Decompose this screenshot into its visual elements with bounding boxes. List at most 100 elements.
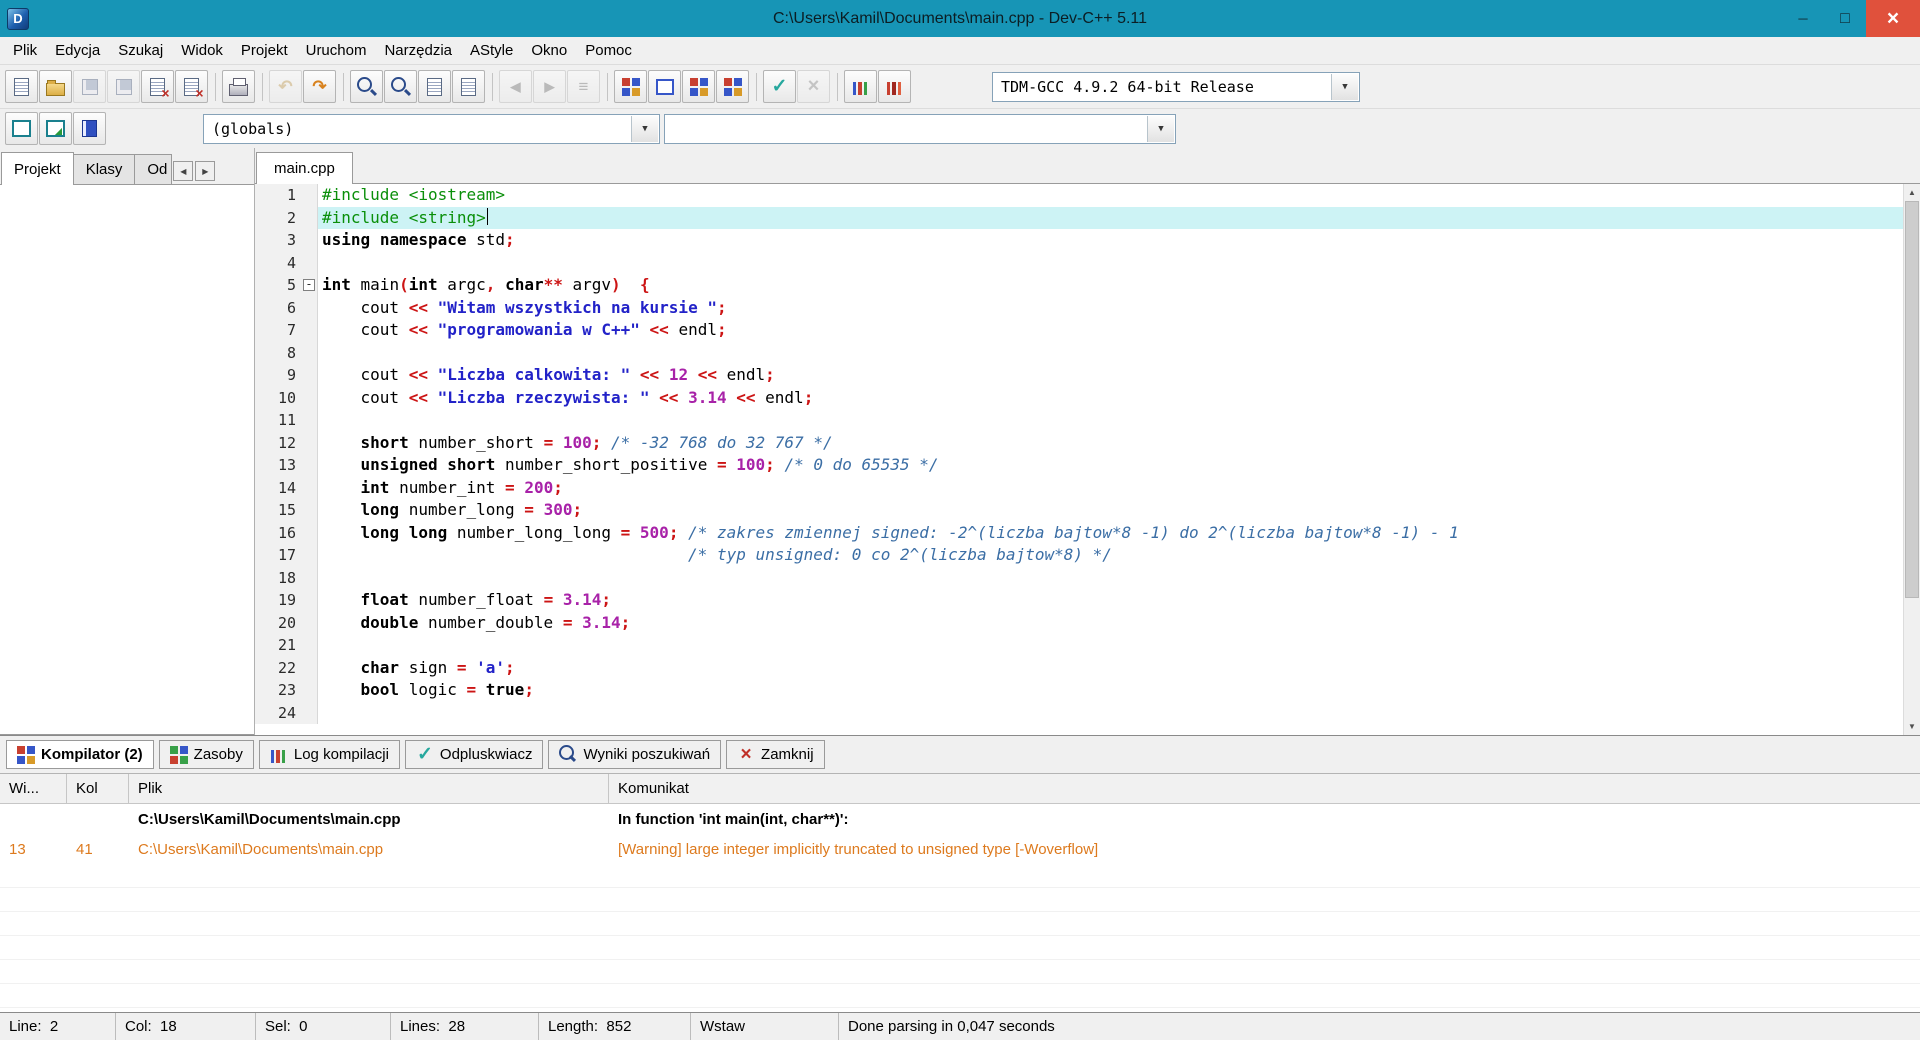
gutter[interactable]: 12	[255, 432, 318, 455]
close-panel-button[interactable]: Zamknij	[726, 740, 825, 769]
replace-button[interactable]	[418, 70, 451, 103]
code-line-13[interactable]: 13 unsigned short number_short_positive …	[255, 454, 1903, 477]
project-properties-button[interactable]	[73, 112, 106, 145]
new-source-button[interactable]	[5, 70, 38, 103]
tab-zasoby[interactable]: Zasoby	[159, 740, 254, 769]
tab-main-cpp[interactable]: main.cpp	[256, 152, 353, 184]
open-file-button[interactable]	[39, 70, 72, 103]
code-line-21[interactable]: 21	[255, 634, 1903, 657]
gutter[interactable]: 20	[255, 612, 318, 635]
scroll-up-button[interactable]	[1904, 184, 1920, 201]
code-line-16[interactable]: 16 long long number_long_long = 500; /* …	[255, 522, 1903, 545]
gutter[interactable]: 11	[255, 409, 318, 432]
message-row[interactable]: C:\Users\Kamil\Documents\main.cpp In fun…	[0, 804, 1920, 834]
gutter[interactable]: 15	[255, 499, 318, 522]
code-line-11[interactable]: 11	[255, 409, 1903, 432]
code-editor[interactable]: 1#include <iostream>2#include <string>3u…	[255, 184, 1920, 735]
profile-button[interactable]	[844, 70, 877, 103]
menu-item-projekt[interactable]: Projekt	[232, 39, 297, 62]
code-line-3[interactable]: 3using namespace std;	[255, 229, 1903, 252]
code-line-15[interactable]: 15 long number_long = 300;	[255, 499, 1903, 522]
gutter[interactable]: 3	[255, 229, 318, 252]
scroll-down-button[interactable]	[1904, 718, 1920, 735]
gutter[interactable]: 2	[255, 207, 318, 230]
scrollbar-thumb[interactable]	[1905, 201, 1919, 598]
gutter[interactable]: 9	[255, 364, 318, 387]
menu-item-widok[interactable]: Widok	[172, 39, 232, 62]
gutter[interactable]: 24	[255, 702, 318, 725]
rebuild-all-button[interactable]	[716, 70, 749, 103]
redo-button[interactable]	[303, 70, 336, 103]
tab-projekt[interactable]: Projekt	[1, 152, 74, 185]
compiler-select[interactable]: TDM-GCC 4.9.2 64-bit Release	[992, 72, 1360, 102]
gutter[interactable]: 23	[255, 679, 318, 702]
menu-item-pomoc[interactable]: Pomoc	[576, 39, 641, 62]
gutter[interactable]: 4	[255, 252, 318, 275]
menu-item-edycja[interactable]: Edycja	[46, 39, 109, 62]
code-line-5[interactable]: 5int main(int argc, char** argv) {	[255, 274, 1903, 297]
code-line-14[interactable]: 14 int number_int = 200;	[255, 477, 1903, 500]
code-line-19[interactable]: 19 float number_float = 3.14;	[255, 589, 1903, 612]
tab-odpluskwiacz[interactable]: Od	[134, 154, 172, 184]
close-file-button[interactable]	[141, 70, 174, 103]
tab-scroll-right-button[interactable]	[195, 161, 215, 181]
close-all-button[interactable]	[175, 70, 208, 103]
menu-item-astyle[interactable]: AStyle	[461, 39, 522, 62]
goto-line-button[interactable]	[452, 70, 485, 103]
column-header-col[interactable]: Kol	[67, 774, 129, 803]
gutter[interactable]: 8	[255, 342, 318, 365]
code-line-18[interactable]: 18	[255, 567, 1903, 590]
gutter[interactable]: 21	[255, 634, 318, 657]
gutter[interactable]: 10	[255, 387, 318, 410]
compile-button[interactable]	[614, 70, 647, 103]
code-line-17[interactable]: 17 /* typ unsigned: 0 co 2^(liczba bajto…	[255, 544, 1903, 567]
gutter[interactable]: 1	[255, 184, 318, 207]
code-line-4[interactable]: 4	[255, 252, 1903, 275]
gutter[interactable]: 22	[255, 657, 318, 680]
print-button[interactable]	[222, 70, 255, 103]
project-tree[interactable]	[0, 184, 254, 735]
code-line-7[interactable]: 7 cout << "programowania w C++" << endl;	[255, 319, 1903, 342]
fold-marker[interactable]	[303, 279, 315, 291]
menu-item-szukaj[interactable]: Szukaj	[109, 39, 172, 62]
globals-select[interactable]: (globals)	[203, 114, 660, 144]
chevron-down-icon[interactable]	[1331, 74, 1358, 100]
maximize-button[interactable]	[1824, 0, 1866, 37]
syntax-check-button[interactable]	[763, 70, 796, 103]
code-line-9[interactable]: 9 cout << "Liczba calkowita: " << 12 << …	[255, 364, 1903, 387]
tab-odpluskwiacz-bottom[interactable]: Odpluskwiacz	[405, 740, 544, 769]
gutter[interactable]: 7	[255, 319, 318, 342]
menu-item-plik[interactable]: Plik	[4, 39, 46, 62]
code-line-8[interactable]: 8	[255, 342, 1903, 365]
gutter[interactable]: 18	[255, 567, 318, 590]
code-line-10[interactable]: 10 cout << "Liczba rzeczywista: " << 3.1…	[255, 387, 1903, 410]
code-line-1[interactable]: 1#include <iostream>	[255, 184, 1903, 207]
chevron-down-icon[interactable]	[631, 116, 658, 142]
remove-from-project-button[interactable]	[39, 112, 72, 145]
minimize-button[interactable]	[1782, 0, 1824, 37]
code-lines[interactable]: 1#include <iostream>2#include <string>3u…	[255, 184, 1903, 735]
find-button[interactable]	[350, 70, 383, 103]
tab-log-kompilacji[interactable]: Log kompilacji	[259, 740, 400, 769]
column-header-line[interactable]: Wi...	[0, 774, 67, 803]
members-select[interactable]	[664, 114, 1176, 144]
profiling-analysis-button[interactable]	[878, 70, 911, 103]
code-line-24[interactable]: 24	[255, 702, 1903, 725]
gutter[interactable]: 14	[255, 477, 318, 500]
menu-item-okno[interactable]: Okno	[522, 39, 576, 62]
menu-item-narzedzia[interactable]: Narzędzia	[375, 39, 461, 62]
code-line-23[interactable]: 23 bool logic = true;	[255, 679, 1903, 702]
add-to-project-button[interactable]	[5, 112, 38, 145]
code-line-6[interactable]: 6 cout << "Witam wszystkich na kursie ";	[255, 297, 1903, 320]
column-header-message[interactable]: Komunikat	[609, 774, 1920, 803]
gutter[interactable]: 6	[255, 297, 318, 320]
find-in-files-button[interactable]	[384, 70, 417, 103]
menu-item-uruchom[interactable]: Uruchom	[297, 39, 376, 62]
code-line-22[interactable]: 22 char sign = 'a';	[255, 657, 1903, 680]
tab-kompilator[interactable]: Kompilator (2)	[6, 740, 154, 769]
gutter[interactable]: 13	[255, 454, 318, 477]
column-header-file[interactable]: Plik	[129, 774, 609, 803]
code-line-20[interactable]: 20 double number_double = 3.14;	[255, 612, 1903, 635]
editor-scrollbar[interactable]	[1903, 184, 1920, 735]
gutter[interactable]: 16	[255, 522, 318, 545]
